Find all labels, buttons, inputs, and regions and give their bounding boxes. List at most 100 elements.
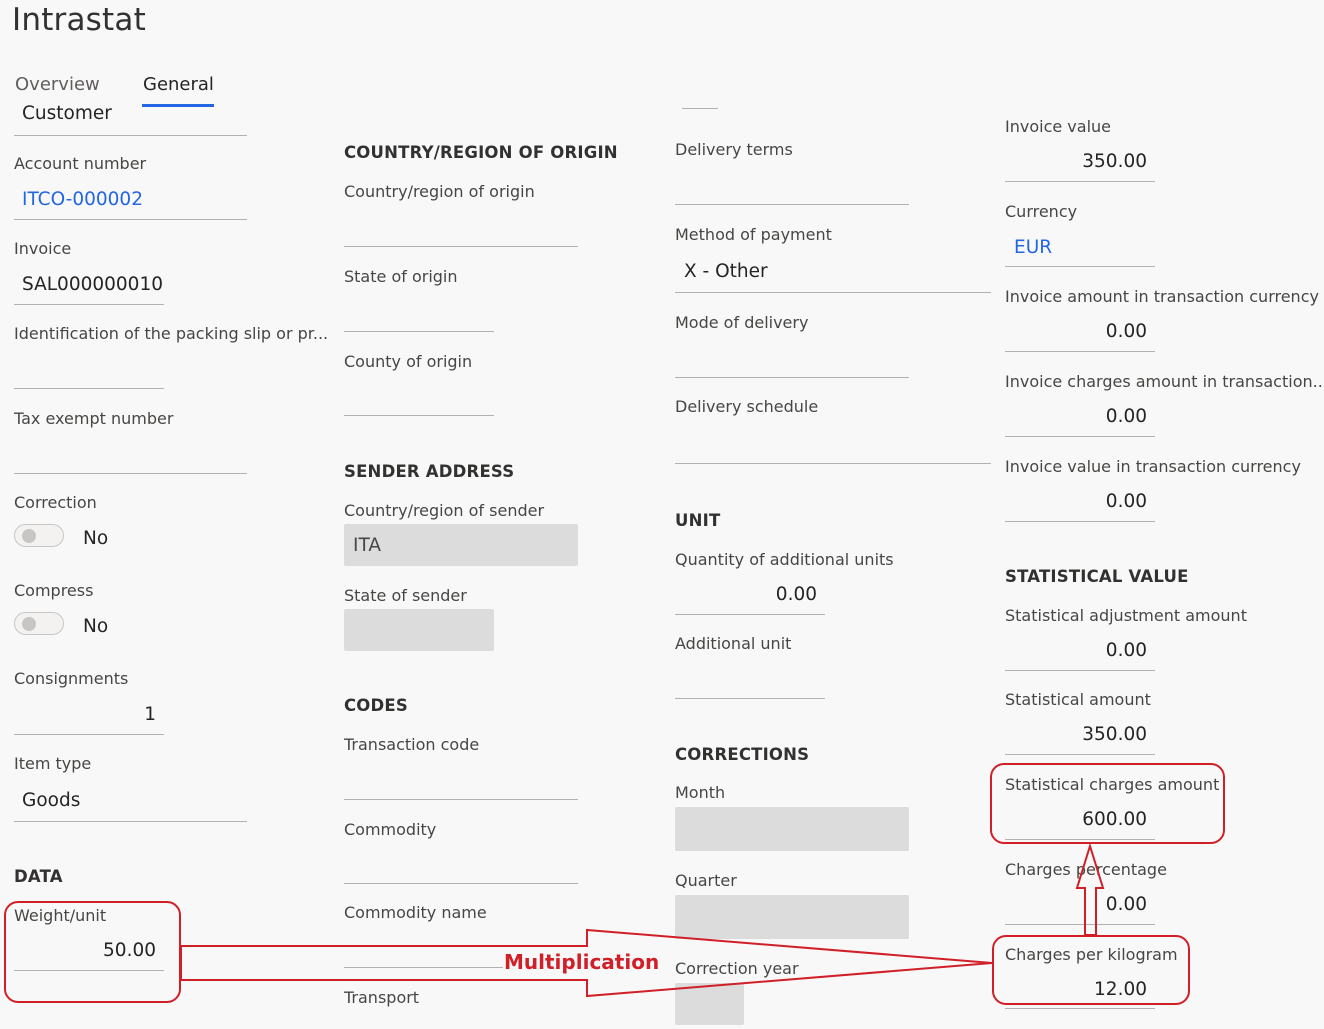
compress-label: Compress (14, 581, 94, 600)
month-label: Month (675, 783, 726, 802)
correction-label: Correction (14, 493, 97, 512)
item-type-field[interactable]: Goods (22, 790, 80, 811)
charges-pct-field[interactable]: 0.00 (1005, 894, 1147, 915)
origin-section-heading: COUNTRY/REGION OF ORIGIN (344, 143, 618, 162)
delivery-terms-field[interactable] (675, 204, 909, 205)
correction-year-field (675, 983, 744, 1025)
invoice-amount-tc-underline (1005, 351, 1155, 352)
state-origin-field[interactable] (344, 331, 494, 332)
method-payment-label: Method of payment (675, 225, 832, 244)
invoice-value-underline (1005, 181, 1155, 182)
invoice-amount-tc-field[interactable]: 0.00 (1005, 321, 1147, 342)
state-sender-label: State of sender (344, 586, 467, 605)
invoice-value-tc-label: Invoice value in transaction currency (1005, 457, 1301, 476)
customer-field[interactable]: Customer (22, 103, 112, 124)
additional-unit-label: Additional unit (675, 634, 792, 653)
quarter-label: Quarter (675, 871, 737, 890)
qty-additional-field[interactable]: 0.00 (675, 584, 817, 605)
data-section-heading: DATA (14, 867, 63, 886)
stat-charges-highlight-box (990, 763, 1225, 844)
scroll-fragment-line (682, 108, 718, 109)
country-sender-field: ITA (344, 524, 578, 566)
county-origin-label: County of origin (344, 352, 473, 371)
invoice-charges-tc-underline (1005, 436, 1155, 437)
toggle-knob (22, 529, 36, 543)
active-tab-indicator (142, 104, 214, 107)
commodity-label: Commodity (344, 820, 437, 839)
multiplication-label: Multiplication (504, 950, 660, 974)
packing-slip-label: Identification of the packing slip or pr… (14, 324, 329, 343)
mode-delivery-label: Mode of delivery (675, 313, 809, 332)
country-sender-value: ITA (353, 535, 381, 556)
stat-adjustment-label: Statistical adjustment amount (1005, 606, 1247, 625)
unit-section-heading: UNIT (675, 511, 721, 530)
invoice-amount-tc-label: Invoice amount in transaction currency (1005, 287, 1319, 306)
correction-toggle[interactable] (14, 524, 64, 547)
consignments-label: Consignments (14, 669, 129, 688)
state-sender-field (344, 609, 494, 651)
stat-amount-field[interactable]: 350.00 (1005, 724, 1147, 745)
stat-amount-underline (1005, 754, 1155, 755)
transaction-code-field[interactable] (344, 799, 578, 800)
account-number-underline (14, 219, 247, 220)
method-payment-field[interactable]: X - Other (684, 261, 768, 282)
consignments-underline (14, 734, 164, 735)
codes-section-heading: CODES (344, 696, 408, 715)
delivery-schedule-label: Delivery schedule (675, 397, 819, 416)
compress-value: No (83, 616, 109, 637)
invoice-charges-tc-field[interactable]: 0.00 (1005, 406, 1147, 427)
customer-underline (14, 135, 247, 136)
mode-delivery-field[interactable] (675, 377, 909, 378)
invoice-label: Invoice (14, 239, 72, 258)
month-field (675, 807, 909, 851)
correction-year-label: Correction year (675, 959, 799, 978)
page-title: Intrastat (12, 2, 146, 38)
item-type-underline (14, 821, 247, 822)
charges-pct-underline (1005, 924, 1155, 925)
tab-overview[interactable]: Overview (15, 74, 100, 95)
qty-additional-underline (675, 614, 825, 615)
commodity-field[interactable] (344, 883, 578, 884)
stat-adjustment-field[interactable]: 0.00 (1005, 640, 1147, 661)
charges-per-kg-highlight-box (992, 935, 1190, 1005)
weight-unit-highlight-box (4, 901, 181, 1003)
account-number-link[interactable]: ITCO-000002 (22, 189, 143, 210)
charges-per-kg-underline (1005, 1008, 1155, 1009)
invoice-underline (14, 304, 164, 305)
currency-label: Currency (1005, 202, 1078, 221)
currency-underline (1005, 266, 1155, 267)
invoice-value-tc-underline (1005, 521, 1155, 522)
tax-exempt-label: Tax exempt number (14, 409, 174, 428)
stat-adjustment-underline (1005, 670, 1155, 671)
county-origin-field[interactable] (344, 415, 494, 416)
stat-section-heading: STATISTICAL VALUE (1005, 567, 1189, 586)
toggle-knob (22, 617, 36, 631)
invoice-field[interactable]: SAL000000010 (22, 274, 163, 295)
invoice-value-tc-field[interactable]: 0.00 (1005, 491, 1147, 512)
invoice-value-field[interactable]: 350.00 (1005, 151, 1147, 172)
method-payment-underline (675, 292, 991, 293)
compress-toggle[interactable] (14, 612, 64, 635)
sender-section-heading: SENDER ADDRESS (344, 462, 515, 481)
commodity-name-label: Commodity name (344, 903, 487, 922)
charges-pct-label: Charges percentage (1005, 860, 1167, 879)
transaction-code-label: Transaction code (344, 735, 480, 754)
invoice-value-label: Invoice value (1005, 117, 1111, 136)
consignments-field[interactable]: 1 (14, 704, 156, 725)
country-origin-label: Country/region of origin (344, 182, 535, 201)
delivery-schedule-field[interactable] (675, 463, 991, 464)
additional-unit-field[interactable] (675, 698, 825, 699)
stat-amount-label: Statistical amount (1005, 690, 1151, 709)
corrections-section-heading: CORRECTIONS (675, 745, 810, 764)
currency-link[interactable]: EUR (1014, 237, 1052, 258)
delivery-terms-label: Delivery terms (675, 140, 793, 159)
invoice-charges-tc-label: Invoice charges amount in transaction... (1005, 372, 1324, 391)
tax-exempt-field[interactable] (14, 473, 247, 474)
country-origin-field[interactable] (344, 246, 578, 247)
packing-slip-field[interactable] (14, 388, 164, 389)
country-sender-label: Country/region of sender (344, 501, 545, 520)
quarter-field (675, 895, 909, 939)
tab-general[interactable]: General (143, 74, 214, 95)
account-number-label: Account number (14, 154, 147, 173)
transport-label: Transport (344, 988, 420, 1007)
